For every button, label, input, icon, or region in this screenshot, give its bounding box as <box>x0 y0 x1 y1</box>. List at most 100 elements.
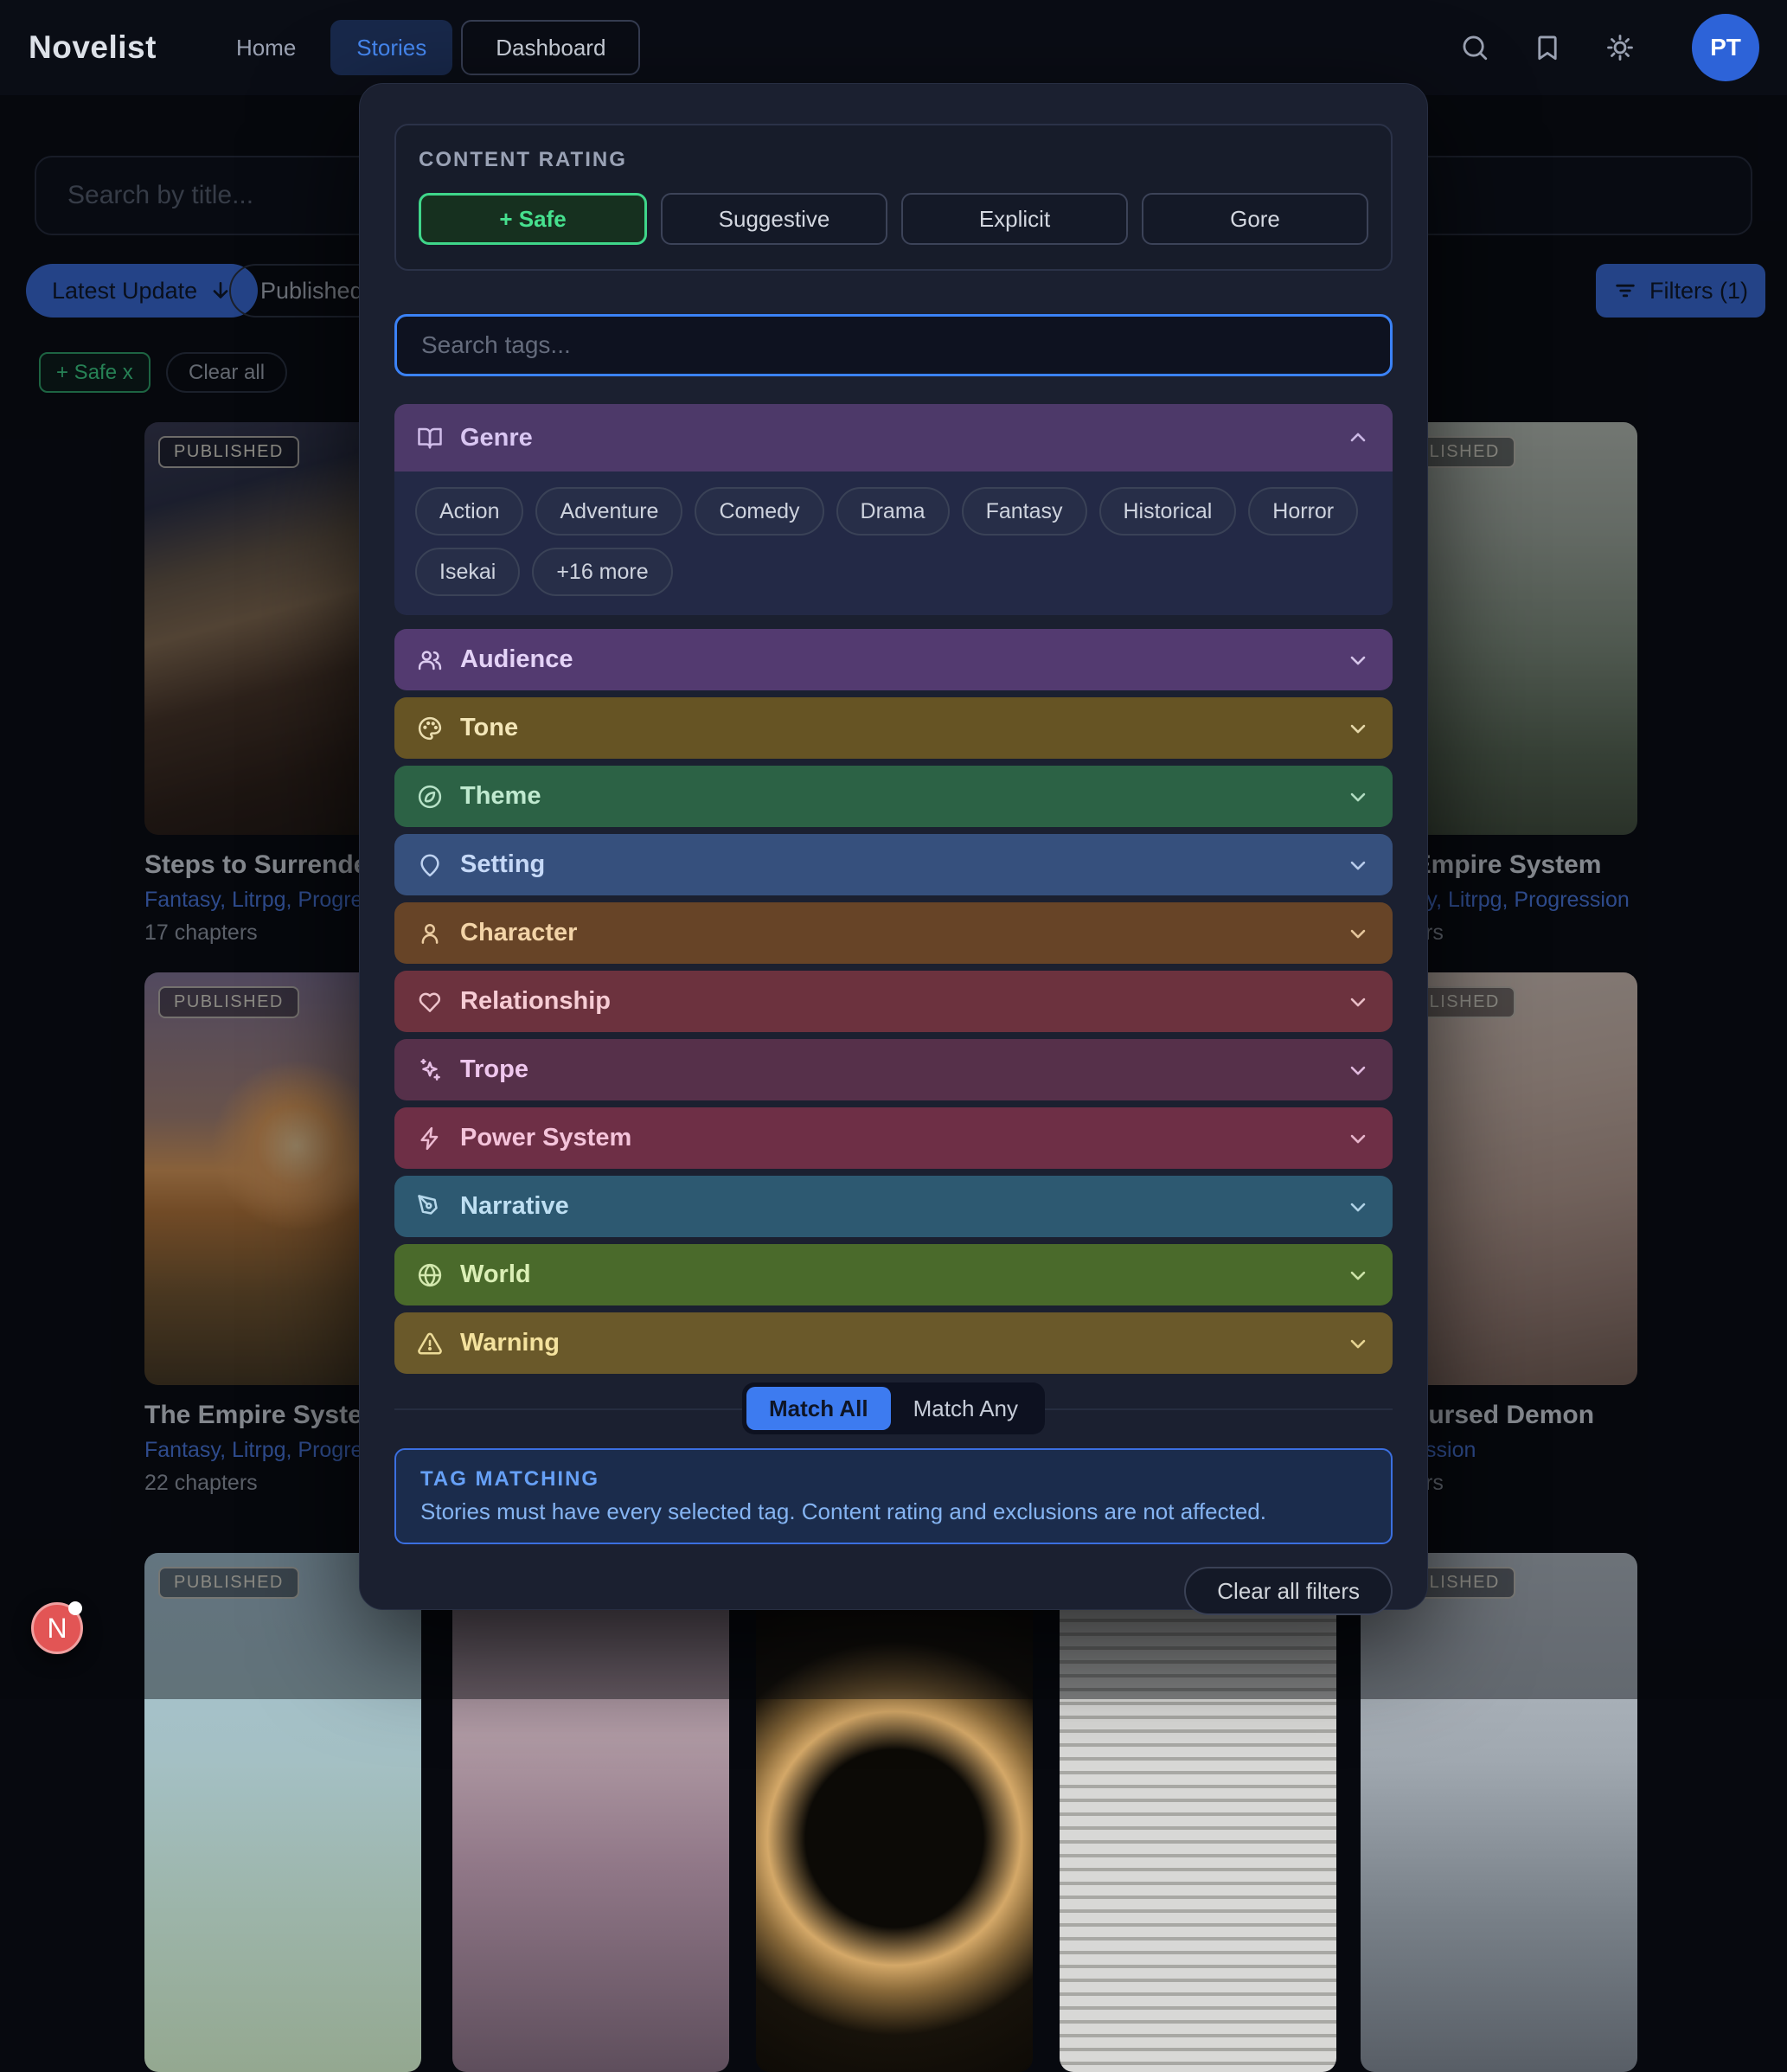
user-avatar[interactable]: PT <box>1692 14 1759 81</box>
category-label: Genre <box>460 424 533 452</box>
chevron-down-icon <box>1346 1263 1370 1287</box>
chevron-down-icon <box>1346 1126 1370 1151</box>
category-label: Trope <box>460 1055 528 1084</box>
active-filter-chip-safe[interactable]: + Safe x <box>39 352 151 393</box>
story-cover: PUBLISHED <box>1361 1553 1637 2072</box>
nav-item-stories[interactable]: Stories <box>330 20 452 75</box>
theme-sun-icon[interactable] <box>1605 33 1635 62</box>
category-genre-section: Genre Action Adventure Comedy Drama Fant… <box>394 404 1393 615</box>
sort-latest-update-button[interactable]: Latest Update <box>26 264 258 318</box>
story-cover: PUBLISHED <box>144 1553 421 2072</box>
filter-icon <box>1613 279 1637 303</box>
content-rating-options: + Safe Suggestive Explicit Gore <box>419 193 1368 245</box>
book-open-icon <box>417 425 443 451</box>
chevron-down-icon <box>1346 853 1370 877</box>
genre-tag-action[interactable]: Action <box>415 487 523 536</box>
chevron-down-icon <box>1346 990 1370 1014</box>
tag-search-input[interactable] <box>394 314 1393 376</box>
fab-label: N <box>47 1613 67 1645</box>
match-mode-row: Match All Match Any <box>394 1382 1393 1434</box>
warning-triangle-icon <box>417 1331 443 1357</box>
genre-tag-drama[interactable]: Drama <box>836 487 950 536</box>
status-badge: PUBLISHED <box>158 1567 299 1599</box>
genre-tag-horror[interactable]: Horror <box>1248 487 1358 536</box>
category-label: Setting <box>460 850 545 879</box>
nav-item-home[interactable]: Home <box>236 35 296 61</box>
category-world-header[interactable]: World <box>394 1244 1393 1305</box>
search-icon[interactable] <box>1460 33 1489 62</box>
tag-matching-description: Stories must have every selected tag. Co… <box>420 1498 1367 1525</box>
nav-item-dashboard[interactable]: Dashboard <box>461 20 640 75</box>
bookmark-icon[interactable] <box>1533 33 1562 62</box>
category-character-header[interactable]: Character <box>394 902 1393 964</box>
chevron-down-icon <box>1346 1195 1370 1219</box>
genre-tag-historical[interactable]: Historical <box>1099 487 1237 536</box>
category-narrative-header[interactable]: Narrative <box>394 1176 1393 1237</box>
rating-safe-button[interactable]: + Safe <box>419 193 647 245</box>
genre-tag-fantasy[interactable]: Fantasy <box>962 487 1087 536</box>
chevron-down-icon <box>1346 785 1370 809</box>
genre-tag-comedy[interactable]: Comedy <box>695 487 823 536</box>
story-card[interactable]: PUBLISHED <box>144 1553 421 2072</box>
filters-button[interactable]: Filters (1) <box>1596 264 1765 318</box>
filters-label: Filters (1) <box>1649 278 1748 305</box>
navbar: Novelist Home Stories Dashboard PT <box>0 0 1787 95</box>
genre-tag-list: Action Adventure Comedy Drama Fantasy Hi… <box>394 471 1393 615</box>
tag-matching-info: TAG MATCHING Stories must have every sel… <box>394 1448 1393 1544</box>
story-card[interactable]: PUBLISHED <box>1361 1553 1637 2072</box>
genre-tag-adventure[interactable]: Adventure <box>535 487 682 536</box>
app-logo: Novelist <box>29 29 157 66</box>
category-label: Warning <box>460 1329 560 1357</box>
clear-all-filters-button[interactable]: Clear all filters <box>1184 1567 1393 1615</box>
sparkles-icon <box>417 1057 443 1083</box>
genre-tag-isekai[interactable]: Isekai <box>415 548 520 596</box>
filters-modal: CONTENT RATING + Safe Suggestive Explici… <box>359 83 1428 1610</box>
category-genre-header[interactable]: Genre <box>394 404 1393 471</box>
category-label: Narrative <box>460 1192 569 1221</box>
category-label: Theme <box>460 782 541 811</box>
rating-gore-button[interactable]: Gore <box>1142 193 1368 245</box>
notification-dot <box>68 1601 82 1615</box>
match-all-option[interactable]: Match All <box>746 1387 891 1430</box>
rating-explicit-button[interactable]: Explicit <box>901 193 1128 245</box>
category-tone-header[interactable]: Tone <box>394 697 1393 759</box>
nav-right: PT <box>1460 0 1759 95</box>
category-label: Tone <box>460 714 518 742</box>
category-theme-header[interactable]: Theme <box>394 766 1393 827</box>
category-label: Power System <box>460 1124 631 1152</box>
category-trope-header[interactable]: Trope <box>394 1039 1393 1100</box>
category-label: World <box>460 1261 531 1289</box>
match-any-option[interactable]: Match Any <box>891 1387 1041 1430</box>
tag-matching-title: TAG MATCHING <box>420 1467 1367 1491</box>
users-icon <box>417 647 443 673</box>
category-warning-header[interactable]: Warning <box>394 1312 1393 1374</box>
clear-all-chips-button[interactable]: Clear all <box>166 352 287 393</box>
category-power-system-header[interactable]: Power System <box>394 1107 1393 1169</box>
genre-tag-more[interactable]: +16 more <box>532 548 672 596</box>
globe-icon <box>417 1262 443 1288</box>
heart-icon <box>417 989 443 1015</box>
story-card[interactable]: PUBLISHED <box>756 1553 1033 2072</box>
category-label: Character <box>460 919 577 947</box>
rating-suggestive-button[interactable]: Suggestive <box>661 193 887 245</box>
story-cover: PUBLISHED <box>756 1553 1033 2072</box>
category-label: Relationship <box>460 987 611 1016</box>
category-relationship-header[interactable]: Relationship <box>394 971 1393 1032</box>
chevron-down-icon <box>1346 921 1370 946</box>
match-mode-toggle: Match All Match Any <box>742 1382 1045 1434</box>
story-card[interactable]: PUBLISHED <box>452 1553 729 2072</box>
chevron-down-icon <box>1346 648 1370 672</box>
category-audience-header[interactable]: Audience <box>394 629 1393 690</box>
status-badge: PUBLISHED <box>158 436 299 468</box>
novelist-fab-button[interactable]: N <box>31 1602 83 1654</box>
chevron-up-icon <box>1346 426 1370 450</box>
user-icon <box>417 921 443 946</box>
chevron-down-icon <box>1346 716 1370 741</box>
pen-nib-icon <box>417 1194 443 1220</box>
category-setting-header[interactable]: Setting <box>394 834 1393 895</box>
chevron-down-icon <box>1346 1058 1370 1082</box>
palette-icon <box>417 715 443 741</box>
modal-footer: Clear all filters <box>394 1567 1393 1615</box>
chevron-down-icon <box>1346 1331 1370 1356</box>
story-card[interactable]: PUBLISHED <box>1060 1553 1336 2072</box>
